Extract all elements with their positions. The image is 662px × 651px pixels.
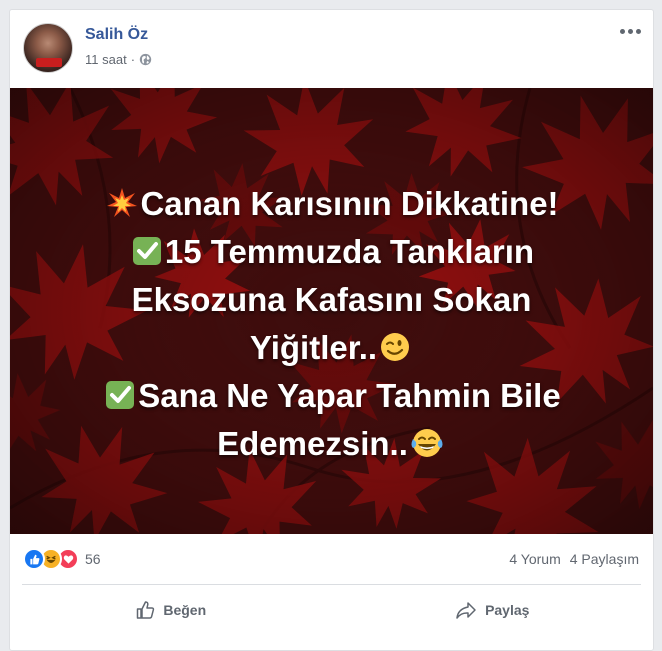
globe-icon[interactable]	[139, 53, 152, 66]
author-name[interactable]: Salih Öz	[85, 26, 148, 44]
share-arrow-icon	[456, 602, 476, 619]
post-text: Canan Karısının Dikkatine! 15 Temmuzda T…	[30, 180, 633, 468]
text-line-3: Eksozuna Kafasını Sokan	[131, 281, 532, 318]
text-line: Edemezsin..	[30, 420, 633, 468]
text-line: Sana Ne Yapar Tahmin Bile	[30, 372, 633, 420]
meta-separator: ·	[130, 52, 136, 67]
post-actions: Beğen Paylaş	[10, 588, 653, 632]
winking-face-emoji	[381, 333, 410, 361]
text-line-6: Edemezsin..	[217, 425, 408, 462]
avatar-badge	[36, 58, 62, 67]
divider	[22, 584, 641, 585]
text-line: Yiğitler..	[30, 324, 633, 372]
post-header: Salih Öz 11 saat ·	[10, 10, 653, 88]
thumbs-up-icon	[137, 601, 155, 619]
post-image[interactable]: Canan Karısının Dikkatine! 15 Temmuzda T…	[10, 88, 653, 534]
check-mark-emoji	[106, 381, 135, 409]
text-line-5: Sana Ne Yapar Tahmin Bile	[138, 377, 561, 414]
reaction-count[interactable]: 56	[85, 551, 101, 567]
engagement-counts: 4 Yorum 4 Paylaşım	[509, 551, 639, 567]
like-button[interactable]: Beğen	[10, 588, 332, 632]
text-line: Eksozuna Kafasını Sokan	[30, 276, 633, 324]
text-line-1: Canan Karısının Dikkatine!	[140, 185, 559, 222]
reactions-summary[interactable]: 56	[23, 548, 101, 570]
comments-count[interactable]: 4 Yorum	[509, 551, 560, 567]
collision-emoji	[107, 188, 138, 217]
like-label: Beğen	[163, 602, 207, 618]
tears-of-joy-emoji	[411, 429, 443, 457]
post-stats: 56 4 Yorum 4 Paylaşım	[10, 534, 653, 584]
post-card: Salih Öz 11 saat · Canan Karısının Dikka…	[9, 9, 654, 651]
post-meta: 11 saat ·	[85, 52, 152, 67]
text-line-4: Yiğitler..	[249, 329, 378, 366]
timestamp[interactable]: 11 saat	[85, 52, 127, 67]
avatar[interactable]	[23, 23, 73, 73]
more-options-icon[interactable]	[617, 20, 643, 42]
text-line-2: 15 Temmuzda Tankların	[164, 233, 535, 270]
share-button[interactable]: Paylaş	[332, 588, 654, 632]
like-icon	[23, 548, 45, 570]
text-line: 15 Temmuzda Tankların	[30, 228, 633, 276]
text-line: Canan Karısının Dikkatine!	[30, 180, 633, 228]
check-mark-emoji	[132, 237, 161, 265]
shares-count[interactable]: 4 Paylaşım	[570, 551, 639, 567]
share-label: Paylaş	[485, 602, 530, 618]
